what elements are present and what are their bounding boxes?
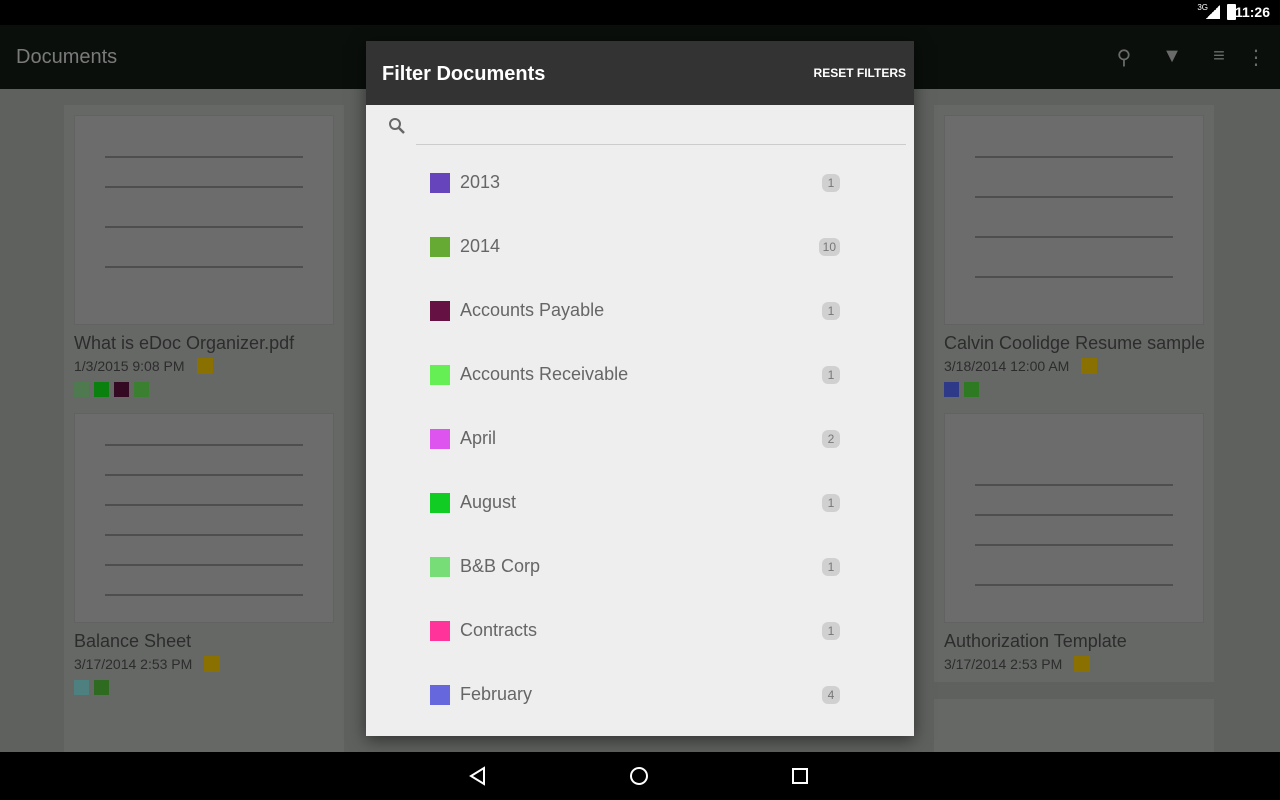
document-date: 3/17/2014 2:53 PM (74, 656, 193, 672)
filter-item-label: Contracts (460, 620, 538, 640)
document-card[interactable] (934, 699, 1214, 759)
document-card[interactable]: Calvin Coolidge Resume sample 3/18/2014 … (934, 105, 1214, 407)
filter-item-label: 2014 (460, 236, 501, 256)
document-thumbnail (944, 413, 1204, 623)
sort-icon[interactable]: ≡ (1207, 45, 1231, 69)
tag-color-swatch (430, 685, 450, 705)
note-icon (1081, 358, 1098, 374)
filter-item-label: February (460, 684, 533, 704)
note-icon (196, 358, 213, 374)
tag-swatches (944, 382, 1204, 397)
tag-swatches (74, 382, 334, 397)
signal-icon (1206, 5, 1220, 19)
document-thumbnail (74, 413, 334, 623)
tag-color-swatch (430, 237, 450, 257)
filter-item-label: Accounts Payable (460, 300, 605, 320)
tag-color-swatch (430, 429, 450, 449)
filter-item-label: Accounts Receivable (460, 364, 629, 384)
document-card[interactable] (64, 699, 344, 759)
filter-item[interactable]: 2013 1 (366, 146, 914, 210)
home-icon[interactable] (627, 764, 651, 788)
count-badge: 1 (822, 366, 840, 384)
search-icon[interactable]: ⚲ (1112, 45, 1136, 69)
recents-icon[interactable] (788, 764, 812, 788)
filter-item[interactable]: Accounts Payable 1 (366, 274, 914, 338)
filter-item-label: B&B Corp (460, 556, 541, 576)
dialog-title: Filter Documents (382, 63, 546, 85)
filter-item-label: 2013 (460, 172, 501, 192)
document-date: 3/17/2014 2:53 PM (944, 656, 1063, 672)
document-thumbnail (74, 115, 334, 325)
filter-search-input[interactable] (416, 111, 906, 145)
filter-icon[interactable]: ▼ (1160, 45, 1184, 69)
document-thumbnail (944, 115, 1204, 325)
count-badge: 4 (822, 686, 840, 704)
document-title: What is eDoc Organizer.pdf (74, 333, 295, 353)
document-title: Authorization Template (944, 631, 1127, 651)
document-title: Balance Sheet (74, 631, 192, 651)
dialog-header: Filter Documents RESET FILTERS (366, 41, 914, 105)
tag-color-swatch (430, 493, 450, 513)
filter-item[interactable]: February 4 (366, 658, 914, 722)
count-badge: 1 (822, 174, 840, 192)
document-card[interactable]: What is eDoc Organizer.pdf 1/3/2015 9:08… (64, 105, 344, 407)
filter-item[interactable]: 2014 10 (366, 210, 914, 274)
document-date: 3/18/2014 12:00 AM (944, 358, 1070, 374)
filter-item-label: April (460, 428, 497, 448)
count-badge: 1 (822, 302, 840, 320)
count-badge: 2 (822, 430, 840, 448)
count-badge: 1 (822, 494, 840, 512)
document-title: Calvin Coolidge Resume sample (944, 333, 1204, 353)
filter-search (366, 105, 914, 146)
filter-item[interactable]: April 2 (366, 402, 914, 466)
navigation-bar (0, 752, 1280, 800)
filter-item-label: August (460, 492, 517, 512)
back-icon[interactable] (466, 764, 490, 788)
tag-swatches (74, 680, 334, 695)
document-date: 1/3/2015 9:08 PM (74, 358, 185, 374)
filter-dialog: Filter Documents RESET FILTERS 2013 1 2014… (366, 41, 914, 736)
status-bar: 3G 11:26 (0, 0, 1280, 25)
filter-item[interactable]: August 1 (366, 466, 914, 530)
count-badge: 1 (822, 622, 840, 640)
clock: 11:26 (1234, 4, 1270, 20)
more-vert-icon[interactable]: ⋮ (1244, 45, 1268, 69)
filter-item[interactable]: Accounts Receivable 1 (366, 338, 914, 402)
document-card[interactable]: Authorization Template 3/17/2014 2:53 PM (934, 403, 1214, 682)
search-icon (389, 118, 405, 134)
filter-item[interactable]: B&B Corp 1 (366, 530, 914, 594)
document-card[interactable]: Balance Sheet 3/17/2014 2:53 PM (64, 403, 344, 705)
tag-color-swatch (430, 621, 450, 641)
tag-list: 2013 1 2014 10 Accounts Payable 1 Accounts Rec… (366, 146, 914, 722)
note-icon (1074, 656, 1091, 672)
count-badge: 1 (822, 558, 840, 576)
tag-color-swatch (430, 365, 450, 385)
note-icon (204, 656, 221, 672)
count-badge: 10 (818, 238, 840, 256)
reset-filters-button[interactable]: RESET FILTERS (814, 66, 906, 80)
tag-color-swatch (430, 173, 450, 193)
tag-color-swatch (430, 301, 450, 321)
tag-color-swatch (430, 557, 450, 577)
filter-item[interactable]: Contracts 1 (366, 594, 914, 658)
page-title: Documents (16, 46, 118, 68)
